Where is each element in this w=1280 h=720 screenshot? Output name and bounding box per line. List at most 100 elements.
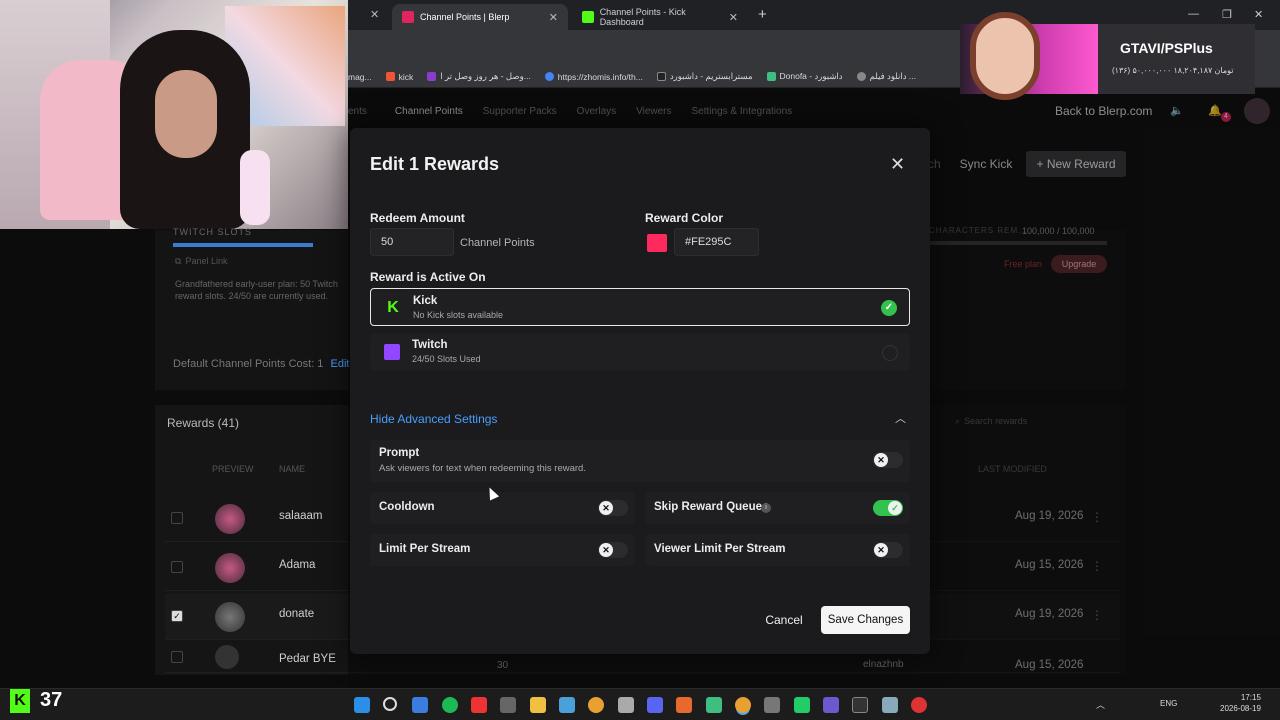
- chrome-icon[interactable]: [588, 697, 604, 713]
- twitch-slots-label: TWITCH SLOTS: [173, 227, 252, 237]
- radio-circle-icon[interactable]: [882, 345, 898, 361]
- bookmark[interactable]: https://zhomis.info/th...: [544, 72, 643, 82]
- hide-advanced-settings-link[interactable]: Hide Advanced Settings: [370, 412, 497, 426]
- close-icon[interactable]: ✕: [890, 154, 905, 175]
- toggle-check-icon: ✓: [888, 501, 902, 515]
- kick-tab-icon: [582, 11, 594, 23]
- platform-kick[interactable]: K Kick No Kick slots available ✓: [370, 288, 910, 326]
- col-preview: PREVIEW: [212, 464, 254, 474]
- app-icon[interactable]: [794, 697, 810, 713]
- platform-name: Kick: [413, 295, 438, 307]
- slots-progress: [173, 243, 313, 247]
- close-tab-icon[interactable]: ✕: [549, 11, 558, 24]
- new-tab-icon[interactable]: +: [758, 6, 767, 23]
- row-checkbox[interactable]: [171, 651, 183, 663]
- lamp: [240, 150, 270, 225]
- edit-cost-link[interactable]: Edit: [330, 358, 349, 370]
- app-icon[interactable]: [676, 697, 692, 713]
- color-hex-input[interactable]: #FE295C: [674, 228, 759, 256]
- skip-queue-setting: Skip Reward Queue i ✓: [645, 492, 910, 524]
- limit-per-stream-toggle[interactable]: ✕: [598, 542, 628, 558]
- terminal-icon[interactable]: [852, 697, 868, 713]
- search-icon[interactable]: [383, 697, 397, 711]
- google-icon: [544, 72, 554, 81]
- default-cost: Default Channel Points Cost: 1 Edit: [173, 358, 349, 370]
- bookmark-icon: [766, 72, 776, 81]
- cancel-button[interactable]: Cancel: [754, 606, 814, 634]
- tab-label: Channel Points - Kick Dashboard: [599, 7, 686, 27]
- close-prev-tab-icon[interactable]: ✕: [370, 8, 379, 21]
- tray-chevron-icon[interactable]: ︿: [1096, 698, 1105, 711]
- rewards-header: Rewards (41): [167, 416, 240, 430]
- clock-time: 17:15: [1240, 693, 1261, 702]
- reward-name: Pedar BYE: [279, 653, 336, 665]
- ad-title: GTAVI/PSPlus: [1120, 40, 1213, 56]
- bookmark-label: Donofa - داشبورد: [779, 71, 843, 81]
- row-checkbox-checked[interactable]: ✓: [171, 610, 183, 622]
- app-icon[interactable]: [618, 697, 634, 713]
- globe-icon: [856, 72, 866, 81]
- row-checkbox[interactable]: [171, 561, 183, 573]
- bookmark[interactable]: Donofa - داشبورد: [766, 71, 843, 82]
- color-swatch[interactable]: [647, 234, 667, 252]
- bookmark-label: mag...: [348, 71, 372, 82]
- language-indicator[interactable]: ENG: [1160, 699, 1177, 708]
- bookmark[interactable]: دانلود فیلم ...: [856, 71, 916, 82]
- bookmark[interactable]: مسترابستریم - داشبورد: [656, 71, 753, 82]
- platform-name: Twitch: [412, 339, 448, 351]
- windows-start-icon[interactable]: [354, 697, 370, 713]
- stream-ad-overlay: GTAVI/PSPlus (۱۳۶) ۵۰,۰۰۰,۰۰۰ تومان ۱۸,۲…: [960, 12, 1255, 100]
- bookmark-label: وصل - هر روز وصل تر ا...: [440, 71, 531, 81]
- app-icon[interactable]: [706, 697, 722, 713]
- bookmark[interactable]: mag...: [348, 72, 372, 82]
- platform-twitch[interactable]: Twitch 24/50 Slots Used: [370, 333, 910, 371]
- app-icon[interactable]: [823, 697, 839, 713]
- skip-queue-toggle[interactable]: ✓: [873, 500, 903, 516]
- app-icon[interactable]: [882, 697, 898, 713]
- info-icon[interactable]: i: [761, 503, 771, 513]
- default-cost-text: Default Channel Points Cost: 1: [173, 358, 324, 370]
- check-circle-icon: ✓: [881, 300, 897, 316]
- folder-icon[interactable]: [530, 697, 546, 713]
- blerp-tab-icon: [402, 11, 414, 23]
- app-icon[interactable]: [471, 697, 487, 713]
- spotify-icon[interactable]: [442, 697, 458, 713]
- app-icon[interactable]: [764, 697, 780, 713]
- redeem-amount-input[interactable]: 50: [370, 228, 454, 256]
- maximize-icon[interactable]: ❐: [1222, 8, 1232, 21]
- reward-name: donate: [279, 608, 315, 620]
- prompt-toggle[interactable]: ✕: [873, 452, 903, 468]
- chevron-up-icon[interactable]: ︿: [895, 410, 906, 426]
- limit-per-stream-setting: Limit Per Stream ✕: [370, 534, 635, 566]
- tab-kick-dashboard[interactable]: Channel Points - Kick Dashboard ✕: [572, 4, 748, 30]
- cooldown-toggle[interactable]: ✕: [598, 500, 628, 516]
- setting-label: Skip Reward Queue: [654, 501, 763, 513]
- minimize-icon[interactable]: —: [1188, 8, 1199, 20]
- close-tab-icon[interactable]: ✕: [729, 11, 738, 24]
- app-icon[interactable]: [500, 697, 516, 713]
- discord-icon[interactable]: [647, 697, 663, 713]
- reward-preview: [215, 602, 245, 632]
- taskbar-clock[interactable]: 17:15 2026-08-19: [1220, 692, 1261, 714]
- col-name: NAME: [279, 464, 306, 474]
- app-icon[interactable]: [911, 697, 927, 713]
- bookmark[interactable]: kick: [385, 72, 413, 82]
- windows-taskbar: K 37 ︿ ENG: [0, 688, 1280, 720]
- tab-blerp[interactable]: Channel Points | Blerp ✕: [392, 4, 568, 30]
- save-changes-button[interactable]: Save Changes: [821, 606, 910, 634]
- edit-rewards-modal: Edit 1 Rewards ✕ Redeem Amount 50 Channe…: [350, 128, 930, 654]
- reward-preview: [215, 645, 239, 669]
- close-window-icon[interactable]: ✕: [1254, 8, 1263, 21]
- row-checkbox[interactable]: [171, 512, 183, 524]
- app-icon[interactable]: [559, 697, 575, 713]
- setting-description: Ask viewers for text when redeeming this…: [379, 463, 586, 474]
- toggle-x-icon: ✕: [874, 543, 888, 557]
- reward-preview: [215, 553, 245, 583]
- bookmark-label: مسترابستریم - داشبورد: [669, 71, 753, 81]
- chrome-active-icon[interactable]: [735, 697, 751, 713]
- panel-link-text[interactable]: ⧉ Panel Link: [175, 256, 227, 267]
- viewer-limit-toggle[interactable]: ✕: [873, 542, 903, 558]
- bookmark[interactable]: وصل - هر روز وصل تر ا...: [427, 71, 531, 82]
- channel-points-unit: Channel Points: [460, 237, 535, 249]
- app-icon[interactable]: [412, 697, 428, 713]
